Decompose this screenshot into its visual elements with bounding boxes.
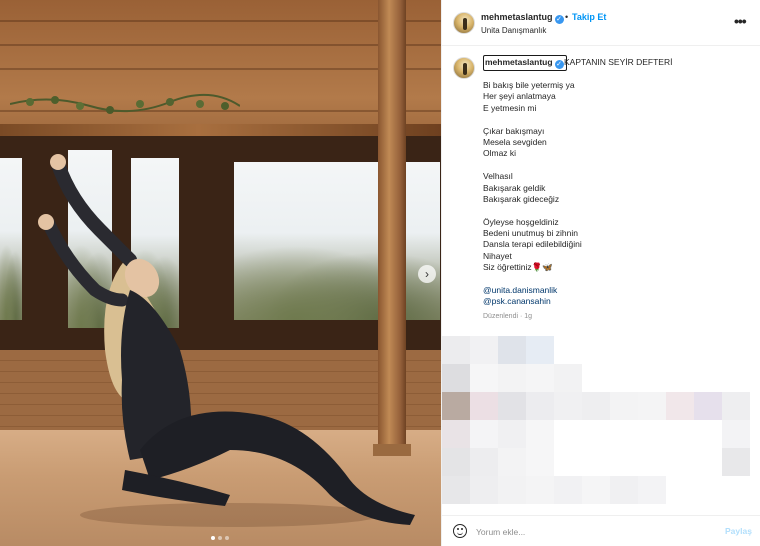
redaction-block — [638, 476, 666, 504]
caption-line: Siz öğrettiniz🌹🦋 — [483, 262, 553, 273]
caption-username[interactable]: mehmetaslantug ✓ — [483, 55, 567, 71]
edited-timestamp[interactable]: Düzenlendi · 1g — [483, 313, 532, 320]
redaction-block — [470, 336, 498, 364]
caption-username-text[interactable]: mehmetaslantug — [485, 57, 553, 67]
comment-bar: Paylaş — [442, 515, 760, 546]
carousel-dot — [225, 536, 229, 540]
carousel-dots — [211, 536, 229, 540]
redaction-block — [526, 336, 554, 364]
redaction-block — [722, 392, 750, 420]
redaction-block — [610, 392, 638, 420]
redaction-block — [526, 392, 554, 420]
redaction-block — [666, 392, 694, 420]
caption-line: Bakışarak geldik — [483, 182, 546, 193]
caption-line — [483, 114, 753, 125]
redaction-block — [722, 448, 750, 476]
caption-area: mehmetaslantug ✓ KAPTANIN SEYİR DEFTERİ B… — [442, 46, 760, 336]
header-username[interactable]: mehmetaslantug ✓ — [481, 12, 564, 24]
redaction-block — [442, 420, 470, 448]
caption-line: Bedeni unutmuş bi zihnin — [483, 228, 578, 239]
redaction-block — [442, 448, 470, 476]
caption-line — [483, 160, 753, 171]
caption-line: Bakışarak gideceğiz — [483, 193, 560, 204]
redaction-block — [526, 364, 554, 392]
redaction-block — [526, 420, 554, 448]
redaction-block — [638, 392, 666, 420]
caption-line — [483, 205, 753, 216]
post-details-panel: mehmetaslantug ✓ • Takip Et Unita Danışma… — [441, 0, 760, 546]
header-subtitle[interactable]: Unita Danışmanlık — [481, 26, 546, 35]
redaction-block — [498, 392, 526, 420]
redaction-block — [582, 476, 610, 504]
caption-line: Olmaz ki — [483, 148, 517, 159]
redaction-block — [442, 336, 470, 364]
redaction-block — [498, 336, 526, 364]
caption-line: Bi bakış bile yetermiş ya — [483, 80, 575, 90]
window-pane — [0, 158, 22, 320]
verified-badge-icon: ✓ — [554, 15, 564, 24]
more-options-icon[interactable]: ••• — [734, 13, 747, 29]
redaction-block — [498, 476, 526, 504]
dancer-silhouette — [38, 154, 415, 527]
caption-line: Öyleyse hoşgeldiniz — [483, 216, 559, 227]
redaction-block — [554, 392, 582, 420]
mention-link[interactable]: @unita.danismanlik — [483, 285, 753, 296]
redaction-block — [526, 476, 554, 504]
carousel-dot — [218, 536, 222, 540]
caption-line: Dansla terapi edilebildiğini — [483, 239, 582, 250]
redaction-block — [442, 392, 470, 420]
redaction-block — [470, 476, 498, 504]
verified-badge-icon: ✓ — [554, 60, 564, 69]
redaction-block — [554, 364, 582, 392]
redaction-block — [526, 448, 554, 476]
redaction-block — [610, 476, 638, 504]
wall-beam — [0, 124, 441, 136]
follow-button[interactable]: Takip Et — [572, 12, 606, 22]
caption-line: Nihayet — [483, 250, 512, 261]
caption-line: Her şeyi anlatmaya — [483, 91, 556, 102]
caption-line — [483, 274, 753, 285]
caption-title: KAPTANIN SEYİR DEFTERİ — [564, 57, 673, 67]
share-button[interactable]: Paylaş — [725, 526, 752, 536]
redacted-comments-area — [442, 336, 760, 510]
caption-text: Bi bakış bile yetermiş ya Her şeyi anlat… — [483, 80, 753, 308]
header-username-text[interactable]: mehmetaslantug — [481, 12, 553, 22]
carousel-next-button[interactable]: › — [418, 265, 436, 283]
ceiling-plank — [0, 44, 441, 46]
header-separator: • — [565, 12, 569, 22]
caption-line: Mesela sevgiden — [483, 136, 547, 147]
mention-link[interactable]: @psk.canansahin — [483, 296, 753, 307]
redaction-block — [470, 392, 498, 420]
redaction-block — [470, 448, 498, 476]
redaction-block — [498, 420, 526, 448]
caption-avatar[interactable] — [453, 57, 475, 79]
ceiling-plank — [0, 68, 441, 70]
redaction-block — [498, 448, 526, 476]
redaction-block — [442, 364, 470, 392]
ceiling-plank — [0, 20, 441, 22]
redaction-block — [694, 392, 722, 420]
redaction-block — [498, 364, 526, 392]
carousel-dot-active — [211, 536, 215, 540]
comment-input[interactable] — [476, 525, 706, 539]
redaction-block — [582, 392, 610, 420]
redaction-block — [470, 364, 498, 392]
caption-line: E yetmesin mi — [483, 102, 537, 113]
redaction-block — [442, 476, 470, 504]
redaction-block — [722, 420, 750, 448]
post-header: mehmetaslantug ✓ • Takip Et Unita Danışma… — [442, 0, 760, 46]
redaction-block — [470, 420, 498, 448]
emoji-icon[interactable] — [453, 524, 467, 538]
post-photo[interactable]: › — [0, 0, 441, 546]
caption-line: Velhasıl — [483, 171, 513, 182]
redaction-block — [554, 476, 582, 504]
avatar[interactable] — [453, 12, 475, 34]
ivy-decoration — [10, 93, 240, 114]
caption-line: Çıkar bakışmayı — [483, 125, 545, 136]
